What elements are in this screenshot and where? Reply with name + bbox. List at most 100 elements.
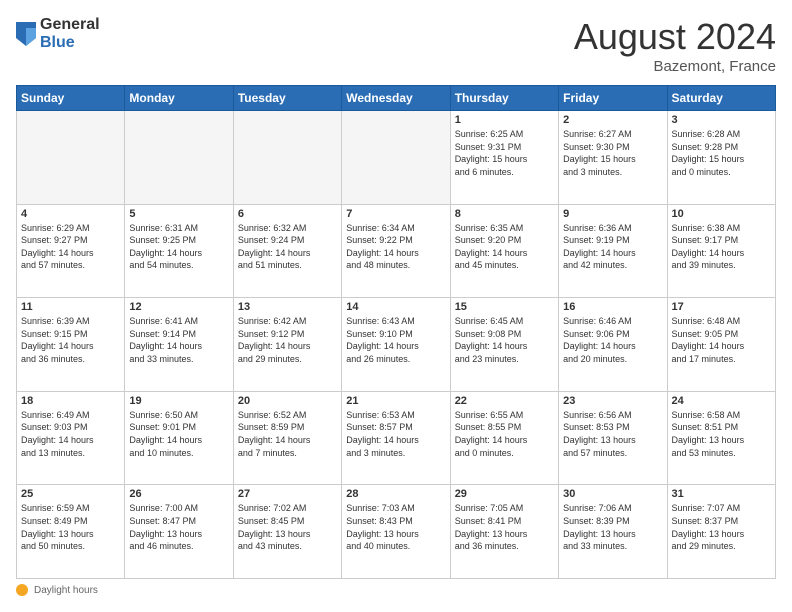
calendar-cell: 2Sunrise: 6:27 AM Sunset: 9:30 PM Daylig… [559, 111, 667, 205]
day-number: 9 [563, 208, 662, 220]
day-info: Sunrise: 7:00 AM Sunset: 8:47 PM Dayligh… [129, 502, 228, 552]
day-number: 4 [21, 208, 120, 220]
day-info: Sunrise: 6:45 AM Sunset: 9:08 PM Dayligh… [455, 315, 554, 365]
day-number: 28 [346, 488, 445, 500]
day-number: 16 [563, 301, 662, 313]
day-number: 18 [21, 395, 120, 407]
col-friday: Friday [559, 86, 667, 111]
calendar-week-4: 25 Sunrise: 6:59 AM Sunset: 8:49 PM Dayli… [17, 485, 776, 579]
calendar-cell: 12Sunrise: 6:41 AM Sunset: 9:14 PM Dayli… [125, 298, 233, 392]
day-info: Sunrise: 6:59 AM Sunset: 8:49 PM Dayligh… [21, 502, 120, 552]
day-number: 26 [129, 488, 228, 500]
page: General Blue August 2024 Bazemont, Franc… [0, 0, 792, 612]
day-number: 22 [455, 395, 554, 407]
day-info: Sunrise: 7:07 AM Sunset: 8:37 PM Dayligh… [672, 502, 771, 552]
calendar-cell: 10 Sunrise: 6:38 AM Sunset: 9:17 PM Dayli… [667, 204, 775, 298]
day-number: 20 [238, 395, 337, 407]
calendar-cell: 11Sunrise: 6:39 AM Sunset: 9:15 PM Dayli… [17, 298, 125, 392]
day-number: 30 [563, 488, 662, 500]
calendar-cell: 23 Sunrise: 6:56 AM Sunset: 8:53 PM Dayli… [559, 391, 667, 485]
location: Bazemont, France [574, 58, 776, 75]
calendar-cell: 20 Sunrise: 6:52 AM Sunset: 8:59 PM Dayli… [233, 391, 341, 485]
day-number: 24 [672, 395, 771, 407]
day-info: Sunrise: 6:28 AM Sunset: 9:28 PM Dayligh… [672, 128, 771, 178]
calendar-cell: 25 Sunrise: 6:59 AM Sunset: 8:49 PM Dayli… [17, 485, 125, 579]
calendar-cell: 30Sunrise: 7:06 AM Sunset: 8:39 PM Dayli… [559, 485, 667, 579]
day-number: 1 [455, 114, 554, 126]
day-number: 15 [455, 301, 554, 313]
day-info: Sunrise: 6:52 AM Sunset: 8:59 PM Dayligh… [238, 409, 337, 459]
day-number: 23 [563, 395, 662, 407]
month-title: August 2024 [574, 16, 776, 58]
logo-text: General Blue [40, 16, 100, 51]
day-info: Sunrise: 6:46 AM Sunset: 9:06 PM Dayligh… [563, 315, 662, 365]
day-info: Sunrise: 6:56 AM Sunset: 8:53 PM Dayligh… [563, 409, 662, 459]
day-number: 8 [455, 208, 554, 220]
sun-icon [16, 584, 28, 596]
calendar-cell: 15 Sunrise: 6:45 AM Sunset: 9:08 PM Dayli… [450, 298, 558, 392]
calendar-cell: 4 Sunrise: 6:29 AM Sunset: 9:27 PM Daylig… [17, 204, 125, 298]
calendar-cell: 19 Sunrise: 6:50 AM Sunset: 9:01 PM Dayli… [125, 391, 233, 485]
day-info: Sunrise: 6:38 AM Sunset: 9:17 PM Dayligh… [672, 222, 771, 272]
day-info: Sunrise: 6:41 AM Sunset: 9:14 PM Dayligh… [129, 315, 228, 365]
calendar-cell: 6 Sunrise: 6:32 AM Sunset: 9:24 PM Daylig… [233, 204, 341, 298]
day-number: 14 [346, 301, 445, 313]
day-number: 6 [238, 208, 337, 220]
logo-blue: Blue [40, 34, 100, 52]
logo-icon [16, 22, 36, 46]
calendar-cell: 14 Sunrise: 6:43 AM Sunset: 9:10 PM Dayli… [342, 298, 450, 392]
col-sunday: Sunday [17, 86, 125, 111]
col-tuesday: Tuesday [233, 86, 341, 111]
calendar-cell: 7Sunrise: 6:34 AM Sunset: 9:22 PM Daylig… [342, 204, 450, 298]
day-number: 3 [672, 114, 771, 126]
day-number: 19 [129, 395, 228, 407]
day-number: 25 [21, 488, 120, 500]
day-number: 10 [672, 208, 771, 220]
day-number: 7 [346, 208, 445, 220]
calendar-week-2: 11Sunrise: 6:39 AM Sunset: 9:15 PM Dayli… [17, 298, 776, 392]
day-info: Sunrise: 6:53 AM Sunset: 8:57 PM Dayligh… [346, 409, 445, 459]
col-thursday: Thursday [450, 86, 558, 111]
day-info: Sunrise: 6:42 AM Sunset: 9:12 PM Dayligh… [238, 315, 337, 365]
calendar-header-row: Sunday Monday Tuesday Wednesday Thursday… [17, 86, 776, 111]
title-block: August 2024 Bazemont, France [574, 16, 776, 75]
col-monday: Monday [125, 86, 233, 111]
day-info: Sunrise: 6:50 AM Sunset: 9:01 PM Dayligh… [129, 409, 228, 459]
calendar-week-3: 18 Sunrise: 6:49 AM Sunset: 9:03 PM Dayli… [17, 391, 776, 485]
header: General Blue August 2024 Bazemont, Franc… [16, 16, 776, 75]
calendar-cell [17, 111, 125, 205]
calendar-cell [233, 111, 341, 205]
day-number: 29 [455, 488, 554, 500]
calendar-cell: 22 Sunrise: 6:55 AM Sunset: 8:55 PM Dayli… [450, 391, 558, 485]
calendar-cell: 24 Sunrise: 6:58 AM Sunset: 8:51 PM Dayli… [667, 391, 775, 485]
day-number: 17 [672, 301, 771, 313]
day-number: 21 [346, 395, 445, 407]
day-info: Sunrise: 6:29 AM Sunset: 9:27 PM Dayligh… [21, 222, 120, 272]
calendar-cell: 28Sunrise: 7:03 AM Sunset: 8:43 PM Dayli… [342, 485, 450, 579]
calendar-cell: 9 Sunrise: 6:36 AM Sunset: 9:19 PM Daylig… [559, 204, 667, 298]
day-info: Sunrise: 6:55 AM Sunset: 8:55 PM Dayligh… [455, 409, 554, 459]
calendar-cell: 26 Sunrise: 7:00 AM Sunset: 8:47 PM Dayli… [125, 485, 233, 579]
day-info: Sunrise: 6:49 AM Sunset: 9:03 PM Dayligh… [21, 409, 120, 459]
calendar-cell: 18 Sunrise: 6:49 AM Sunset: 9:03 PM Dayli… [17, 391, 125, 485]
calendar-cell: 27Sunrise: 7:02 AM Sunset: 8:45 PM Dayli… [233, 485, 341, 579]
day-info: Sunrise: 6:32 AM Sunset: 9:24 PM Dayligh… [238, 222, 337, 272]
calendar-week-0: 1 Sunrise: 6:25 AM Sunset: 9:31 PM Daylig… [17, 111, 776, 205]
col-wednesday: Wednesday [342, 86, 450, 111]
calendar-cell: 3 Sunrise: 6:28 AM Sunset: 9:28 PM Daylig… [667, 111, 775, 205]
day-info: Sunrise: 6:31 AM Sunset: 9:25 PM Dayligh… [129, 222, 228, 272]
calendar-cell: 5Sunrise: 6:31 AM Sunset: 9:25 PM Daylig… [125, 204, 233, 298]
daylight-label: Daylight hours [34, 585, 98, 596]
day-info: Sunrise: 6:58 AM Sunset: 8:51 PM Dayligh… [672, 409, 771, 459]
day-info: Sunrise: 6:36 AM Sunset: 9:19 PM Dayligh… [563, 222, 662, 272]
day-info: Sunrise: 6:27 AM Sunset: 9:30 PM Dayligh… [563, 128, 662, 178]
day-info: Sunrise: 6:35 AM Sunset: 9:20 PM Dayligh… [455, 222, 554, 272]
day-number: 11 [21, 301, 120, 313]
calendar-cell: 8 Sunrise: 6:35 AM Sunset: 9:20 PM Daylig… [450, 204, 558, 298]
day-info: Sunrise: 6:43 AM Sunset: 9:10 PM Dayligh… [346, 315, 445, 365]
calendar-table: Sunday Monday Tuesday Wednesday Thursday… [16, 85, 776, 579]
calendar-cell: 1 Sunrise: 6:25 AM Sunset: 9:31 PM Daylig… [450, 111, 558, 205]
day-info: Sunrise: 6:25 AM Sunset: 9:31 PM Dayligh… [455, 128, 554, 178]
day-info: Sunrise: 6:48 AM Sunset: 9:05 PM Dayligh… [672, 315, 771, 365]
calendar-cell: 29Sunrise: 7:05 AM Sunset: 8:41 PM Dayli… [450, 485, 558, 579]
